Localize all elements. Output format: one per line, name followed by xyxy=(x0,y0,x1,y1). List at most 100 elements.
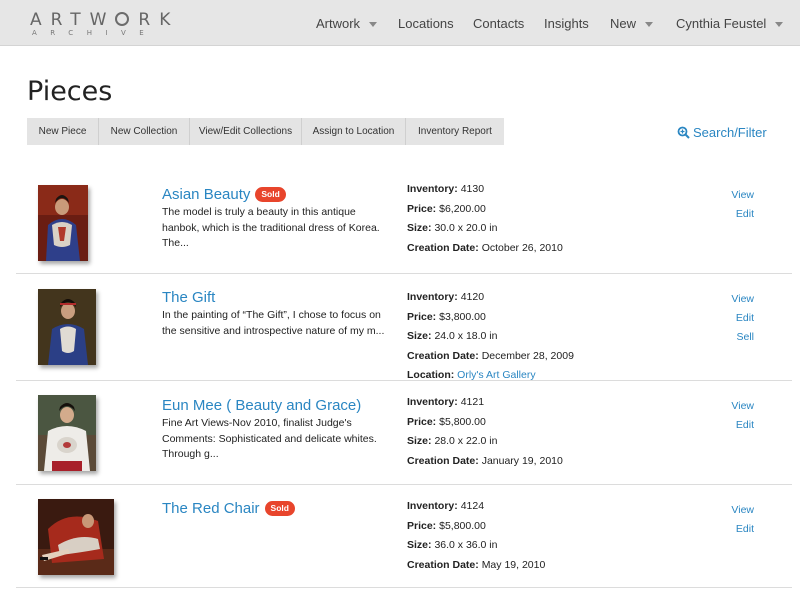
user-name: Cynthia Feustel xyxy=(676,15,767,31)
price-value: $6,200.00 xyxy=(439,202,486,215)
inventory-value: 4120 xyxy=(460,291,485,303)
piece-row: The Gift In the painting of “The Gift”, … xyxy=(16,274,792,381)
nav-locations-label: Locations xyxy=(398,15,454,31)
inventory-value: 4124 xyxy=(460,500,485,512)
new-collection-button[interactable]: New Collection xyxy=(99,118,190,145)
nav-new-label: New xyxy=(610,15,637,31)
row-actions: View Edit xyxy=(714,397,754,435)
price-label: Price: xyxy=(407,202,437,215)
sold-badge: Sold xyxy=(264,501,295,516)
page-title: Pieces xyxy=(27,76,113,107)
piece-details: Inventory: 4121 Price: $5,800.00 Size: 2… xyxy=(407,393,563,471)
artwork-thumbnail[interactable] xyxy=(38,395,96,471)
view-link[interactable]: View xyxy=(714,186,754,205)
inventory-label: Inventory: xyxy=(407,183,458,195)
logo-subtitle: ARCHIVE xyxy=(32,29,158,37)
edit-link[interactable]: Edit xyxy=(714,520,754,539)
creation-date-label: Creation Date: xyxy=(407,349,479,362)
nav-contacts[interactable]: Contacts xyxy=(473,0,524,46)
view-link[interactable]: View xyxy=(714,397,754,416)
view-edit-collections-button[interactable]: View/Edit Collections xyxy=(190,118,302,145)
size-value: 24.0 x 18.0 in xyxy=(434,330,498,342)
piece-title-line: Eun Mee ( Beauty and Grace) xyxy=(162,397,361,414)
search-filter-label: Search/Filter xyxy=(693,125,767,140)
view-link[interactable]: View xyxy=(714,290,754,309)
inventory-value: 4121 xyxy=(460,396,485,408)
edit-link[interactable]: Edit xyxy=(714,416,754,435)
creation-date-label: Creation Date: xyxy=(407,241,479,254)
piece-title-line: Asian Beauty Sold xyxy=(162,186,286,203)
price-value: $5,800.00 xyxy=(439,415,486,428)
inventory-label: Inventory: xyxy=(407,396,458,408)
chevron-down-icon xyxy=(645,21,654,27)
nav-insights-label: Insights xyxy=(544,15,589,31)
piece-row: Asian Beauty Sold The model is truly a b… xyxy=(16,170,792,274)
price-label: Price: xyxy=(407,310,437,323)
search-icon xyxy=(677,126,690,139)
price-value: $3,800.00 xyxy=(439,310,486,323)
creation-date-value: October 26, 2010 xyxy=(481,241,563,254)
size-label: Size: xyxy=(407,435,432,447)
logo-wordmark: ARTW RK xyxy=(30,10,179,30)
creation-date-label: Creation Date: xyxy=(407,454,479,467)
row-actions: View Edit xyxy=(714,186,754,224)
search-filter-link[interactable]: Search/Filter xyxy=(677,125,767,140)
assign-location-button[interactable]: Assign to Location xyxy=(302,118,406,145)
pieces-toolbar: New Piece New Collection View/Edit Colle… xyxy=(27,118,504,145)
price-label: Price: xyxy=(407,415,437,428)
nav-user-menu[interactable]: Cynthia Feustel xyxy=(676,0,784,46)
creation-date-label: Creation Date: xyxy=(407,558,479,571)
row-actions: View Edit Sell xyxy=(714,290,754,347)
artwork-thumbnail[interactable] xyxy=(38,185,88,261)
artwork-thumbnail[interactable] xyxy=(38,289,96,365)
piece-title-link[interactable]: Eun Mee ( Beauty and Grace) xyxy=(162,397,361,414)
piece-description: In the painting of “The Gift”, I chose t… xyxy=(162,309,385,337)
location-label: Location: xyxy=(407,369,455,381)
edit-link[interactable]: Edit xyxy=(714,309,754,328)
top-navigation-bar: ARTW RK ARCHIVE Artwork Locations Contact… xyxy=(0,0,800,46)
row-actions: View Edit xyxy=(714,501,754,539)
nav-artwork[interactable]: Artwork xyxy=(316,0,378,46)
nav-artwork-label: Artwork xyxy=(316,15,361,31)
size-label: Size: xyxy=(407,222,432,234)
inventory-report-button[interactable]: Inventory Report xyxy=(406,118,504,145)
new-piece-button[interactable]: New Piece xyxy=(27,118,99,145)
piece-description: The model is truly a beauty in this anti… xyxy=(162,206,380,249)
piece-row: Eun Mee ( Beauty and Grace) Fine Art Vie… xyxy=(16,381,792,485)
sold-badge: Sold xyxy=(255,187,286,202)
logo-circle-icon xyxy=(115,12,130,26)
piece-title-line: The Red Chair Sold xyxy=(162,500,295,517)
inventory-label: Inventory: xyxy=(407,291,458,303)
creation-date-value: January 19, 2010 xyxy=(481,454,563,467)
piece-title-link[interactable]: The Gift xyxy=(162,289,215,306)
piece-description: Fine Art Views-Nov 2010, finalist Judge'… xyxy=(162,417,377,460)
edit-link[interactable]: Edit xyxy=(714,205,754,224)
price-label: Price: xyxy=(407,519,437,532)
piece-title-link[interactable]: Asian Beauty xyxy=(162,186,250,203)
piece-details: Inventory: 4130 Price: $6,200.00 Size: 3… xyxy=(407,180,563,258)
logo-text-part-2: RK xyxy=(138,10,180,30)
nav-contacts-label: Contacts xyxy=(473,15,525,31)
artwork-thumbnail[interactable] xyxy=(38,499,114,575)
nav-locations[interactable]: Locations xyxy=(398,0,454,46)
size-label: Size: xyxy=(407,539,432,551)
piece-details: Inventory: 4124 Price: $5,800.00 Size: 3… xyxy=(407,497,545,575)
inventory-label: Inventory: xyxy=(407,500,458,512)
size-value: 36.0 x 36.0 in xyxy=(434,539,498,551)
chevron-down-icon xyxy=(369,21,378,27)
sell-link[interactable]: Sell xyxy=(714,328,754,347)
size-value: 30.0 x 20.0 in xyxy=(434,222,498,234)
creation-date-value: December 28, 2009 xyxy=(481,349,574,362)
piece-row: The Red Chair Sold Inventory: 4124 Price… xyxy=(16,485,792,588)
nav-new[interactable]: New xyxy=(610,0,654,46)
piece-title-link[interactable]: The Red Chair xyxy=(162,500,260,517)
nav-insights[interactable]: Insights xyxy=(544,0,589,46)
size-label: Size: xyxy=(407,330,432,342)
creation-date-value: May 19, 2010 xyxy=(481,558,546,571)
view-link[interactable]: View xyxy=(714,501,754,520)
piece-title-line: The Gift xyxy=(162,289,215,306)
artwork-archive-logo[interactable]: ARTW RK ARCHIVE xyxy=(30,10,180,40)
chevron-down-icon xyxy=(775,21,784,27)
piece-details: Inventory: 4120 Price: $3,800.00 Size: 2… xyxy=(407,288,574,386)
location-link[interactable]: Orly's Art Gallery xyxy=(457,369,535,381)
